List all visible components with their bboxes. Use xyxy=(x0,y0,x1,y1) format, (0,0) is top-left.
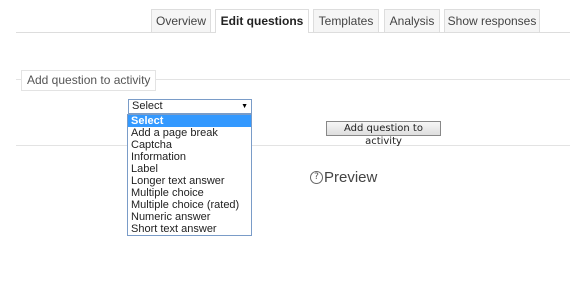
preview-link[interactable]: ? Preview xyxy=(310,168,377,186)
select-value: Select xyxy=(132,100,163,112)
preview-label: Preview xyxy=(324,168,378,186)
question-type-select[interactable]: Select ▼ xyxy=(128,99,252,114)
chevron-down-icon: ▼ xyxy=(241,103,248,110)
tab-analysis[interactable]: Analysis xyxy=(384,9,440,32)
dropdown-option-select[interactable]: Select xyxy=(128,115,251,127)
tab-bar: Overview Edit questions Templates Analys… xyxy=(0,0,570,33)
dropdown-option-information[interactable]: Information xyxy=(128,151,251,163)
dropdown-option-short-text[interactable]: Short text answer xyxy=(128,223,251,235)
tab-edit-questions[interactable]: Edit questions xyxy=(215,9,309,33)
dropdown-option-longer-text[interactable]: Longer text answer xyxy=(128,175,251,187)
question-type-dropdown: Select Add a page break Captcha Informat… xyxy=(127,114,252,236)
dropdown-option-multiple-choice[interactable]: Multiple choice xyxy=(128,187,251,199)
dropdown-option-multiple-choice-rated[interactable]: Multiple choice (rated) xyxy=(128,199,251,211)
add-question-fieldset: Add question to activity xyxy=(16,70,570,146)
dropdown-option-page-break[interactable]: Add a page break xyxy=(128,127,251,139)
add-question-button[interactable]: Add question to activity xyxy=(326,121,441,147)
tab-show-responses[interactable]: Show responses xyxy=(444,9,540,32)
dropdown-option-captcha[interactable]: Captcha xyxy=(128,139,251,151)
fieldset-legend: Add question to activity xyxy=(21,70,157,91)
dropdown-option-numeric[interactable]: Numeric answer xyxy=(128,211,251,223)
tab-templates[interactable]: Templates xyxy=(313,9,379,32)
dropdown-option-label[interactable]: Label xyxy=(128,163,251,175)
help-icon: ? xyxy=(310,170,323,184)
tab-overview[interactable]: Overview xyxy=(151,9,211,32)
page: Overview Edit questions Templates Analys… xyxy=(0,0,570,294)
